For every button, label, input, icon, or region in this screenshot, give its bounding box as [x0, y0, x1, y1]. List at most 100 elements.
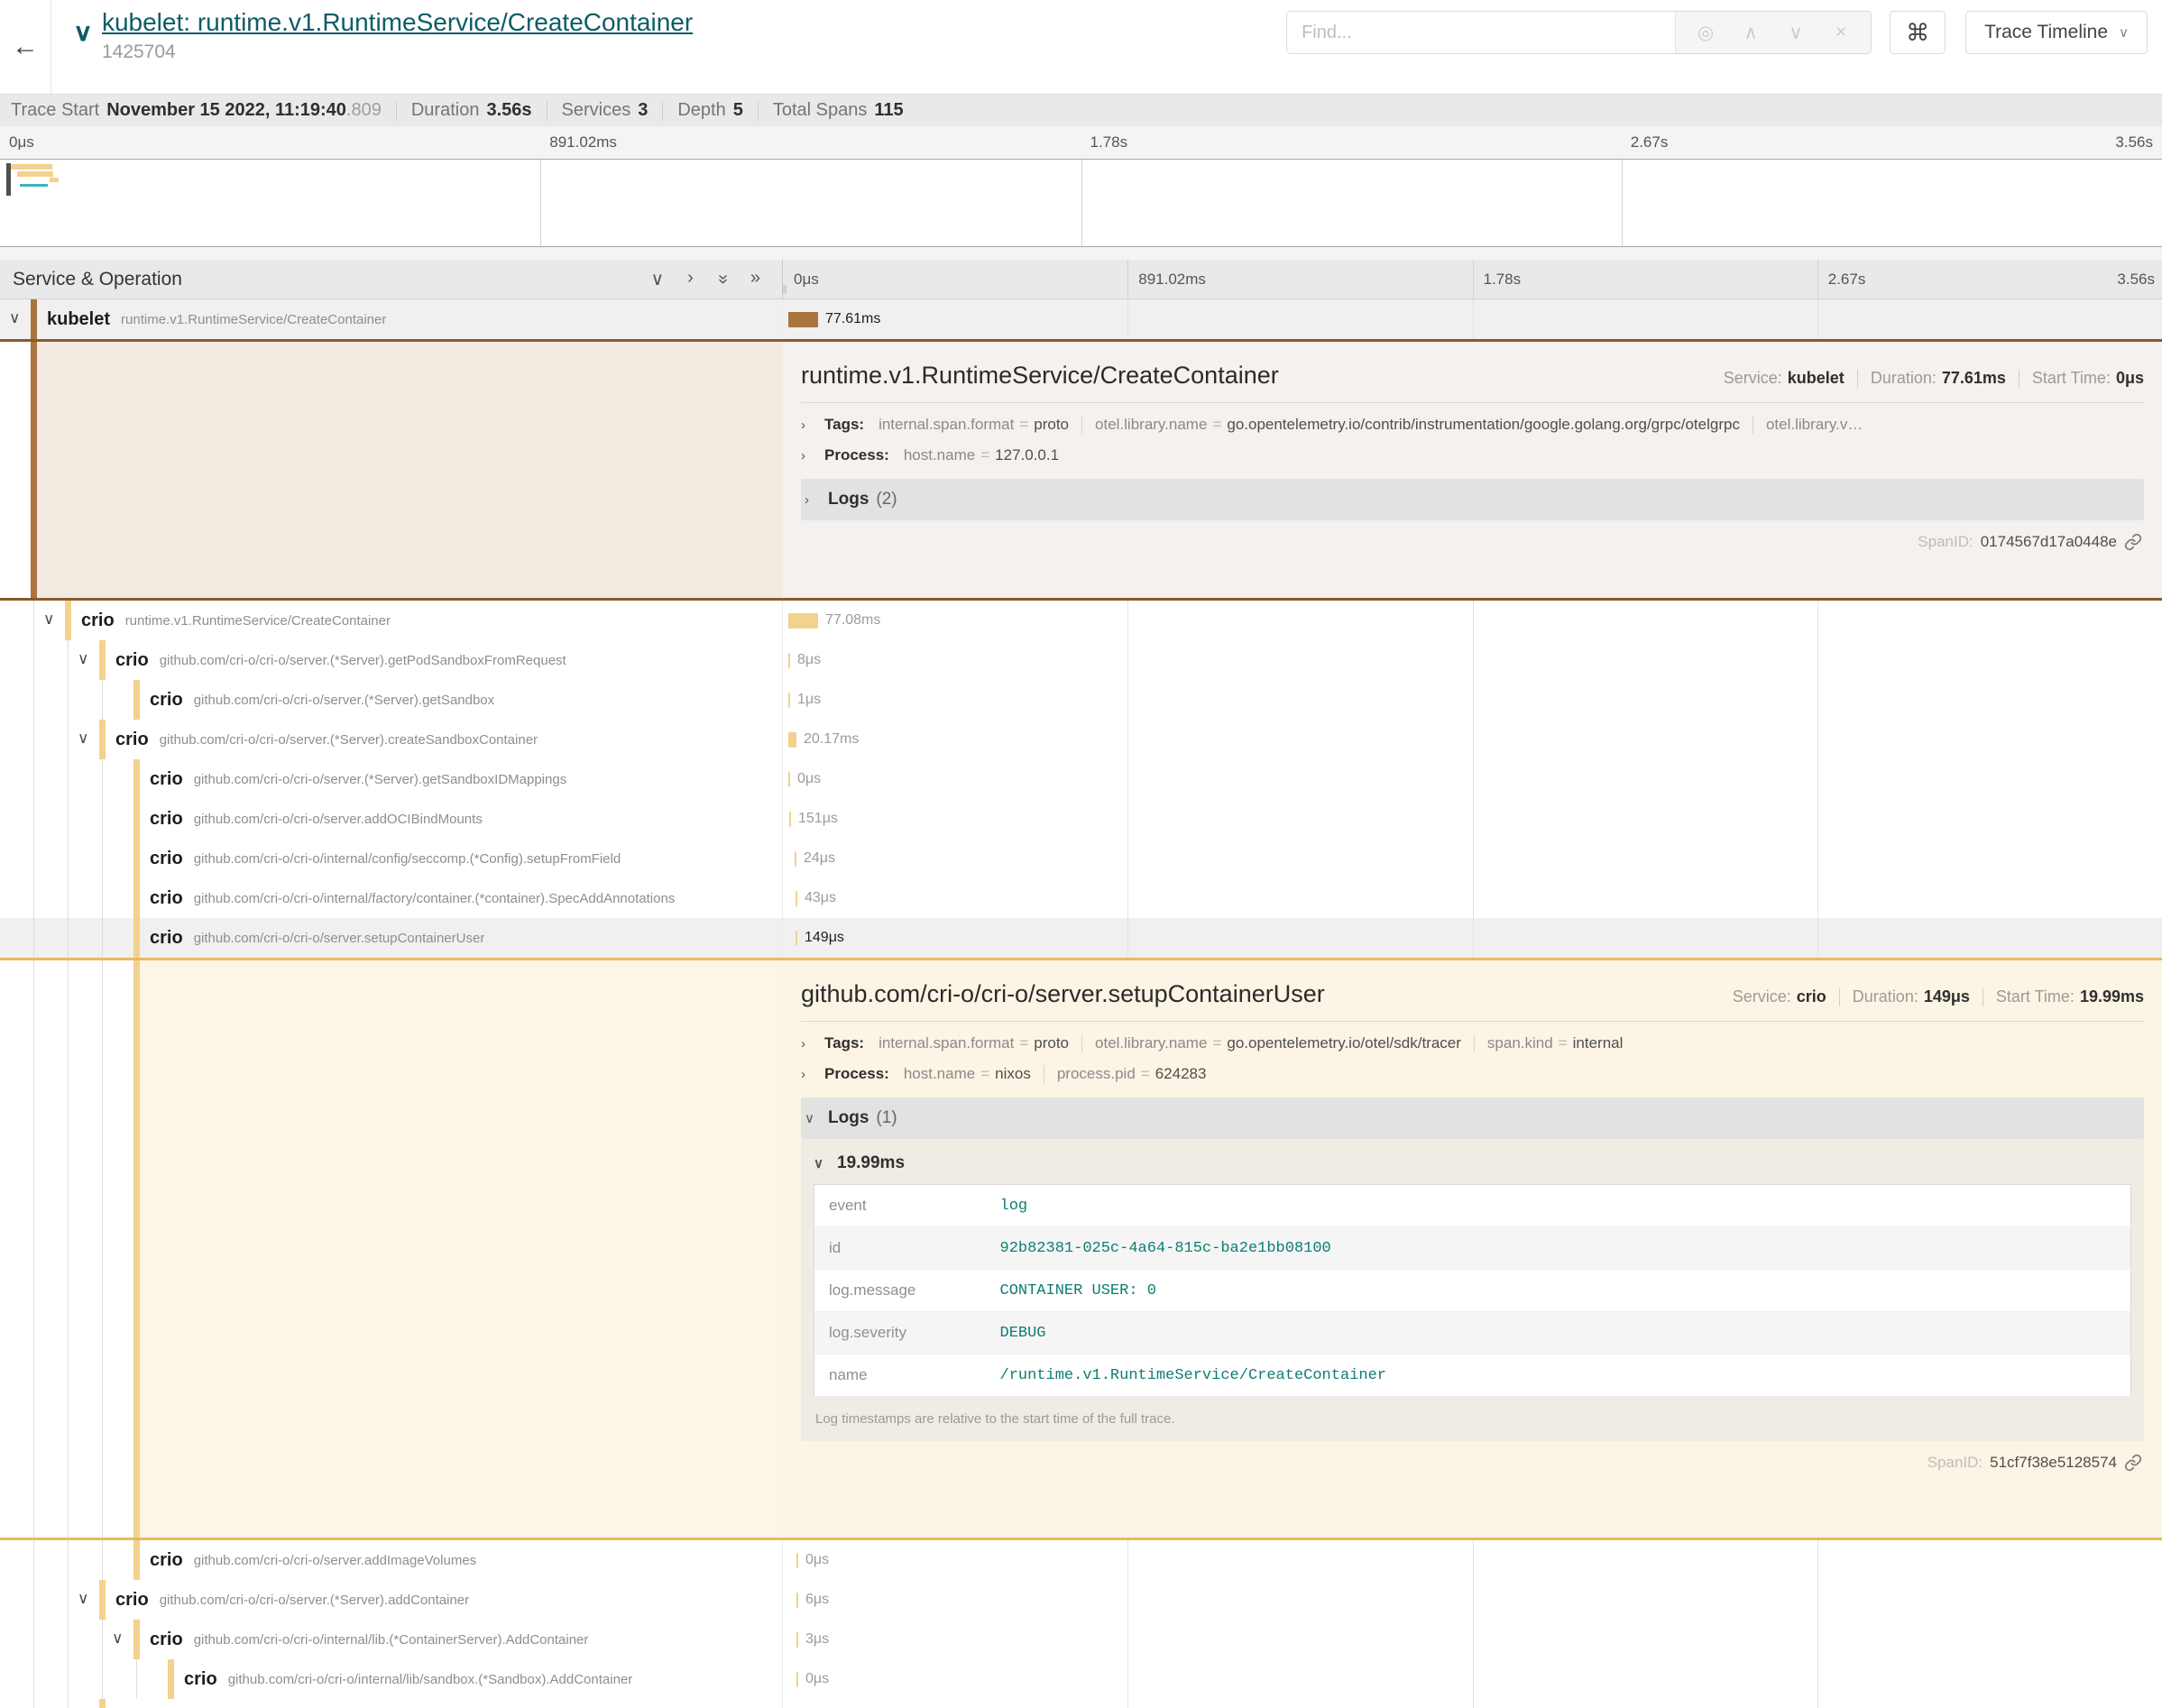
span-row-crio[interactable]: ∨criogithub.com/cri-o/cri-o/server.(*Ser… [0, 640, 2162, 680]
service-color-bar [133, 799, 140, 839]
span-id-row: SpanID: 51cf7f38e5128574 [801, 1441, 2144, 1479]
trace-title-link[interactable]: kubelet: runtime.v1.RuntimeService/Creat… [102, 8, 693, 36]
collapse-all-icon[interactable]: » [711, 274, 733, 284]
span-duration-bar [789, 812, 791, 827]
chevron-down-icon[interactable]: ∨ [78, 650, 88, 668]
timeline-gridline [1473, 759, 1474, 799]
log-entry-toggle[interactable]: ∨ 19.99ms [814, 1141, 2131, 1184]
span-row-crio[interactable]: criogithub.com/cri-o/cri-o/internal/fact… [0, 878, 2162, 918]
tag-value: internal [1573, 1034, 1624, 1052]
back-button[interactable]: ← [0, 0, 51, 94]
timeline-gridline [1127, 680, 1128, 720]
span-row-crio[interactable]: criogithub.com/cri-o/cri-o/server.(*Serv… [0, 1699, 2162, 1708]
span-row-crio[interactable]: criogithub.com/cri-o/cri-o/server.(*Serv… [0, 759, 2162, 799]
chevron-down-icon[interactable]: ∨ [112, 1630, 123, 1648]
expand-all-icon[interactable]: » [750, 268, 760, 290]
chevron-down-icon[interactable]: ∨ [9, 309, 20, 327]
equals-sign: = [1019, 1034, 1028, 1052]
trace-view-selector[interactable]: Trace Timeline ∨ [1965, 11, 2148, 54]
span-row-crio[interactable]: criogithub.com/cri-o/cri-o/server.addIma… [0, 1540, 2162, 1580]
process-label: Process: [824, 1065, 889, 1083]
span-row-crio[interactable]: ∨criogithub.com/cri-o/cri-o/server.(*Ser… [0, 1580, 2162, 1620]
minimap-canvas[interactable] [0, 159, 2162, 247]
prev-result-icon[interactable]: ∧ [1728, 22, 1773, 44]
service-color-bar [31, 299, 37, 339]
link-icon[interactable] [2124, 1454, 2142, 1472]
process-values: host.name=127.0.0.1 [904, 446, 1059, 464]
timeline-gridline [1817, 720, 1818, 759]
span-row-crio[interactable]: criogithub.com/cri-o/cri-o/server.addOCI… [0, 799, 2162, 839]
collapse-trace-chevron-icon[interactable]: ∨ [73, 22, 93, 46]
summary-value: 5 [733, 100, 743, 121]
timeline-gridline [1473, 720, 1474, 759]
indent-guide [102, 839, 103, 878]
span-row-crio[interactable]: ∨criogithub.com/cri-o/cri-o/server.(*Ser… [0, 720, 2162, 759]
span-duration-bar [795, 851, 796, 867]
service-color-bar [65, 601, 71, 640]
timeline-gridline [1473, 1620, 1474, 1659]
collapse-one-icon[interactable]: ∨ [650, 268, 664, 290]
span-name-cell: criogithub.com/cri-o/cri-o/internal/lib/… [0, 1659, 783, 1699]
timeline-gridline [1473, 260, 1474, 298]
timeline-gridline [1817, 918, 1818, 958]
tag-key: internal.span.format [879, 1034, 1014, 1052]
logs-label: Logs [828, 490, 869, 510]
span-row-crio[interactable]: criogithub.com/cri-o/cri-o/server.(*Serv… [0, 680, 2162, 720]
process-row[interactable]: › Process: host.name=nixosprocess.pid=62… [801, 1065, 2144, 1083]
chevron-down-icon[interactable]: ∨ [78, 1590, 88, 1608]
expand-one-icon[interactable]: › [687, 268, 694, 290]
logs-count: (2) [876, 490, 897, 510]
timeline-gridline [1817, 680, 1818, 720]
span-row-crio[interactable]: criogithub.com/cri-o/cri-o/internal/conf… [0, 839, 2162, 878]
operation-name: github.com/cri-o/cri-o/internal/factory/… [194, 891, 676, 906]
span-detail-indent [0, 960, 783, 1538]
summary-value: 3 [638, 100, 648, 121]
service-color-bar [99, 640, 106, 680]
span-detail-meta: Service:kubelet Duration:77.61ms Start T… [1724, 369, 2144, 388]
logs-toggle[interactable]: › Logs (2) [801, 479, 2144, 520]
span-row-crio[interactable]: criogithub.com/cri-o/cri-o/server.setupC… [0, 918, 2162, 958]
tags-label: Tags: [824, 1034, 864, 1052]
chevron-down-icon[interactable]: ∨ [43, 611, 54, 629]
locate-icon[interactable]: ◎ [1683, 22, 1728, 44]
trace-view-selector-label: Trace Timeline [1984, 22, 2108, 43]
summary-label: Total Spans [773, 100, 868, 121]
indent-guide [33, 960, 34, 1538]
start-time-value: 0μs [2116, 369, 2144, 388]
find-input[interactable] [1287, 12, 1675, 53]
span-row-crio[interactable]: ∨criogithub.com/cri-o/cri-o/internal/lib… [0, 1620, 2162, 1659]
span-row-kubelet[interactable]: ∨kubeletruntime.v1.RuntimeService/Create… [0, 299, 2162, 339]
tag-value: go.opentelemetry.io/contrib/instrumentat… [1227, 416, 1740, 434]
clear-search-icon[interactable]: × [1818, 22, 1863, 43]
span-duration-label: 8μs [797, 652, 821, 668]
service-color-bar [99, 1699, 106, 1708]
tag-value: 127.0.0.1 [995, 446, 1059, 464]
timeline-gridline [1127, 640, 1128, 680]
log-field-value: DEBUG [986, 1312, 2131, 1354]
span-duration-label: 149μs [805, 930, 844, 946]
tags-row[interactable]: › Tags: internal.span.format=protootel.l… [801, 1034, 2144, 1052]
timeline-gridline [1817, 759, 1818, 799]
chevron-down-icon[interactable]: ∨ [78, 730, 88, 748]
logs-toggle[interactable]: ∨ Logs (1) [801, 1097, 2144, 1139]
service-color-bar [99, 1580, 106, 1620]
tags-row[interactable]: › Tags: internal.span.format=protootel.l… [801, 416, 2144, 434]
minimap-tick-label: 1.78s [1090, 133, 1128, 152]
tag-value: 624283 [1155, 1065, 1207, 1083]
link-icon[interactable] [2124, 533, 2142, 551]
process-row[interactable]: › Process: host.name=127.0.0.1 [801, 446, 2144, 464]
span-name-cell: ∨criogithub.com/cri-o/cri-o/internal/lib… [0, 1620, 783, 1659]
span-row-crio[interactable]: criogithub.com/cri-o/cri-o/internal/lib/… [0, 1659, 2162, 1699]
minimap-gap [0, 247, 2162, 260]
service-color-bar [133, 960, 140, 1538]
span-id-row: SpanID: 0174567d17a0448e [801, 520, 2144, 558]
minimap-tick-labels: 0μs891.02ms1.78s2.67s3.56s [0, 126, 2162, 159]
service-label: Service: [1733, 987, 1791, 1006]
log-field-value: log [986, 1185, 2131, 1227]
timeline-gridline [1817, 299, 1818, 339]
keyboard-shortcuts-button[interactable]: ⌘ [1890, 11, 1946, 54]
operation-name: github.com/cri-o/cri-o/server.setupConta… [194, 931, 485, 946]
indent-guide [68, 1699, 69, 1708]
next-result-icon[interactable]: ∨ [1773, 22, 1818, 44]
span-row-crio[interactable]: ∨crioruntime.v1.RuntimeService/CreateCon… [0, 601, 2162, 640]
